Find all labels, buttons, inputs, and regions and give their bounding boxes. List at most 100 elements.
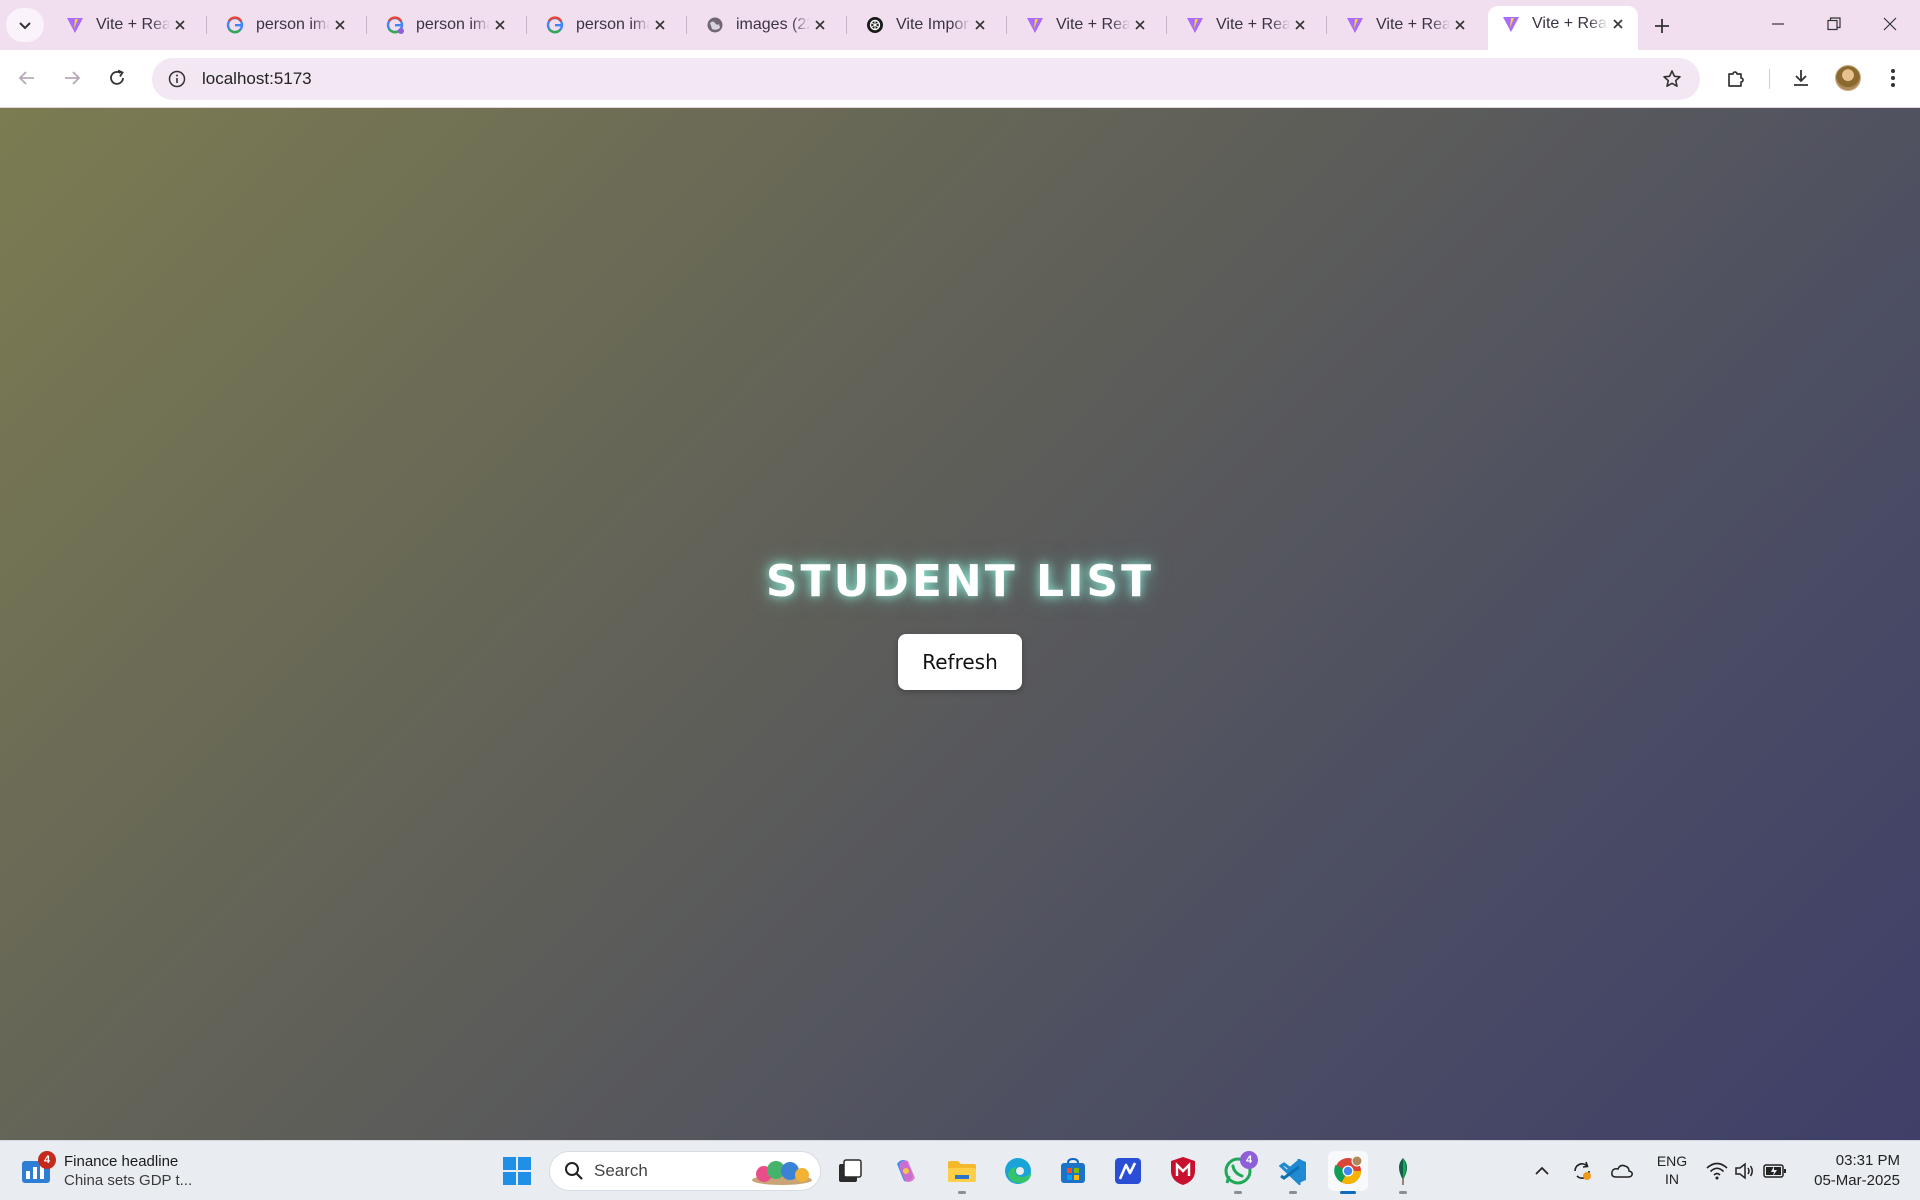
- vite-icon: [1502, 15, 1520, 33]
- refresh-button[interactable]: Refresh: [898, 634, 1022, 690]
- taskbar-whatsapp[interactable]: 4: [1218, 1151, 1258, 1194]
- network-status[interactable]: [1705, 1159, 1729, 1183]
- tab-vite-react-2[interactable]: Vite + React: [1012, 8, 1160, 42]
- tab-person-image-3[interactable]: person image: [532, 8, 680, 42]
- tab-vite-react-4[interactable]: Vite + React: [1332, 8, 1480, 42]
- taskbar-edge[interactable]: [998, 1151, 1038, 1191]
- battery-status[interactable]: [1763, 1159, 1787, 1183]
- close-icon[interactable]: [650, 15, 670, 35]
- back-button[interactable]: [9, 60, 45, 96]
- globe-icon: [706, 16, 724, 34]
- tab-title: person image: [416, 16, 490, 33]
- chevron-up-icon: [1535, 1166, 1549, 1175]
- profile-avatar[interactable]: [1835, 65, 1861, 91]
- close-icon[interactable]: [490, 15, 510, 35]
- taskbar-visual-studio-app[interactable]: [1108, 1151, 1148, 1191]
- taskbar-search[interactable]: Search: [549, 1151, 821, 1191]
- show-hidden-icons[interactable]: [1530, 1159, 1554, 1183]
- page-title: STUDENT LIST: [765, 556, 1155, 607]
- tab-strip: Vite + React person image person image p…: [0, 0, 1920, 50]
- tab-title: Vite + React: [1056, 16, 1130, 33]
- tab-vite-react-1[interactable]: Vite + React: [52, 8, 200, 42]
- close-icon[interactable]: [170, 15, 190, 35]
- taskbar-copilot[interactable]: [886, 1151, 926, 1191]
- news-widget[interactable]: 4 Finance headline China sets GDP t...: [20, 1149, 192, 1193]
- downloads-button[interactable]: [1783, 60, 1819, 96]
- close-icon[interactable]: [970, 15, 990, 35]
- address-text[interactable]: localhost:5173: [202, 69, 312, 89]
- tab-person-image-1[interactable]: person image: [212, 8, 360, 42]
- close-icon[interactable]: [1290, 15, 1310, 35]
- extensions-button[interactable]: [1718, 60, 1754, 96]
- taskbar-vscode[interactable]: [1273, 1151, 1313, 1194]
- close-icon[interactable]: [1130, 15, 1150, 35]
- tab-search-button[interactable]: [6, 8, 44, 42]
- clock-date: 05-Mar-2025: [1814, 1172, 1900, 1189]
- vite-icon: [1026, 16, 1044, 34]
- running-indicator: [1340, 1191, 1356, 1194]
- info-icon[interactable]: [156, 58, 198, 100]
- taskbar-file-explorer[interactable]: [942, 1151, 982, 1194]
- clock-time: 03:31 PM: [1835, 1152, 1900, 1169]
- widget-title: Finance headline: [64, 1153, 179, 1170]
- close-icon: [1883, 17, 1897, 31]
- tab-title: Vite Import: [896, 16, 970, 33]
- tab-title: Vite + React: [1532, 15, 1608, 32]
- sync-status[interactable]: [1570, 1159, 1594, 1183]
- wifi-icon: [1706, 1162, 1728, 1180]
- holi-festival-icon: [752, 1161, 812, 1185]
- taskbar-store[interactable]: [1053, 1151, 1093, 1191]
- search-icon: [554, 1151, 594, 1191]
- tab-separator: [1006, 16, 1007, 34]
- widget-text: Finance headline China sets GDP t...: [64, 1153, 192, 1189]
- tab-vite-react-active[interactable]: Vite + React: [1488, 6, 1638, 50]
- chevron-down-icon: [19, 22, 31, 30]
- taskbar-task-view[interactable]: [830, 1151, 870, 1191]
- onedrive-status[interactable]: [1610, 1159, 1634, 1183]
- tab-separator: [846, 16, 847, 34]
- tab-images[interactable]: images (22: [692, 8, 840, 42]
- plus-icon: [1655, 19, 1669, 33]
- page-viewport: STUDENT LIST Refresh: [0, 108, 1920, 1140]
- forward-button[interactable]: [54, 60, 90, 96]
- volume-control[interactable]: [1733, 1159, 1757, 1183]
- tab-separator: [686, 16, 687, 34]
- new-tab-button[interactable]: [1648, 12, 1676, 40]
- tab-vite-react-3[interactable]: Vite + React: [1172, 8, 1320, 42]
- finance-widget-icon: 4: [20, 1151, 56, 1187]
- taskbar: 4 Finance headline China sets GDP t... S…: [0, 1140, 1920, 1200]
- close-icon[interactable]: [810, 15, 830, 35]
- battery-charging-icon: [1763, 1164, 1786, 1178]
- menu-button[interactable]: [1875, 60, 1911, 96]
- arrow-right-icon: [65, 71, 81, 85]
- minimize-icon: [1772, 23, 1784, 25]
- input-language[interactable]: ENG IN: [1654, 1152, 1690, 1188]
- taskbar-clock[interactable]: 03:31 PM 05-Mar-2025: [1800, 1151, 1900, 1191]
- close-icon[interactable]: [1450, 15, 1470, 35]
- tab-separator: [206, 16, 207, 34]
- tab-vite-import[interactable]: Vite Import: [852, 8, 1000, 42]
- close-icon[interactable]: [330, 15, 350, 35]
- taskbar-mcafee[interactable]: [1163, 1151, 1203, 1191]
- minimize-button[interactable]: [1750, 0, 1806, 48]
- tab-person-image-2[interactable]: person image: [372, 8, 520, 42]
- tab-separator: [366, 16, 367, 34]
- reload-icon: [110, 69, 124, 85]
- close-icon[interactable]: [1608, 14, 1628, 34]
- vite-icon: [1186, 16, 1204, 34]
- star-icon[interactable]: [1660, 67, 1684, 91]
- address-bar[interactable]: localhost:5173: [152, 58, 1700, 100]
- code-app-icon: [1115, 1158, 1141, 1184]
- taskbar-chrome[interactable]: [1328, 1151, 1368, 1194]
- restore-icon: [1827, 17, 1841, 31]
- close-window-button[interactable]: [1862, 0, 1918, 48]
- restore-button[interactable]: [1806, 0, 1862, 48]
- puzzle-icon: [1728, 71, 1744, 87]
- taskbar-mongodb[interactable]: [1383, 1151, 1423, 1194]
- start-button[interactable]: [497, 1151, 537, 1191]
- arrow-left-icon: [18, 71, 34, 85]
- region-code: IN: [1665, 1171, 1679, 1187]
- tab-separator: [526, 16, 527, 34]
- google-icon: [386, 16, 404, 34]
- reload-button[interactable]: [99, 60, 135, 96]
